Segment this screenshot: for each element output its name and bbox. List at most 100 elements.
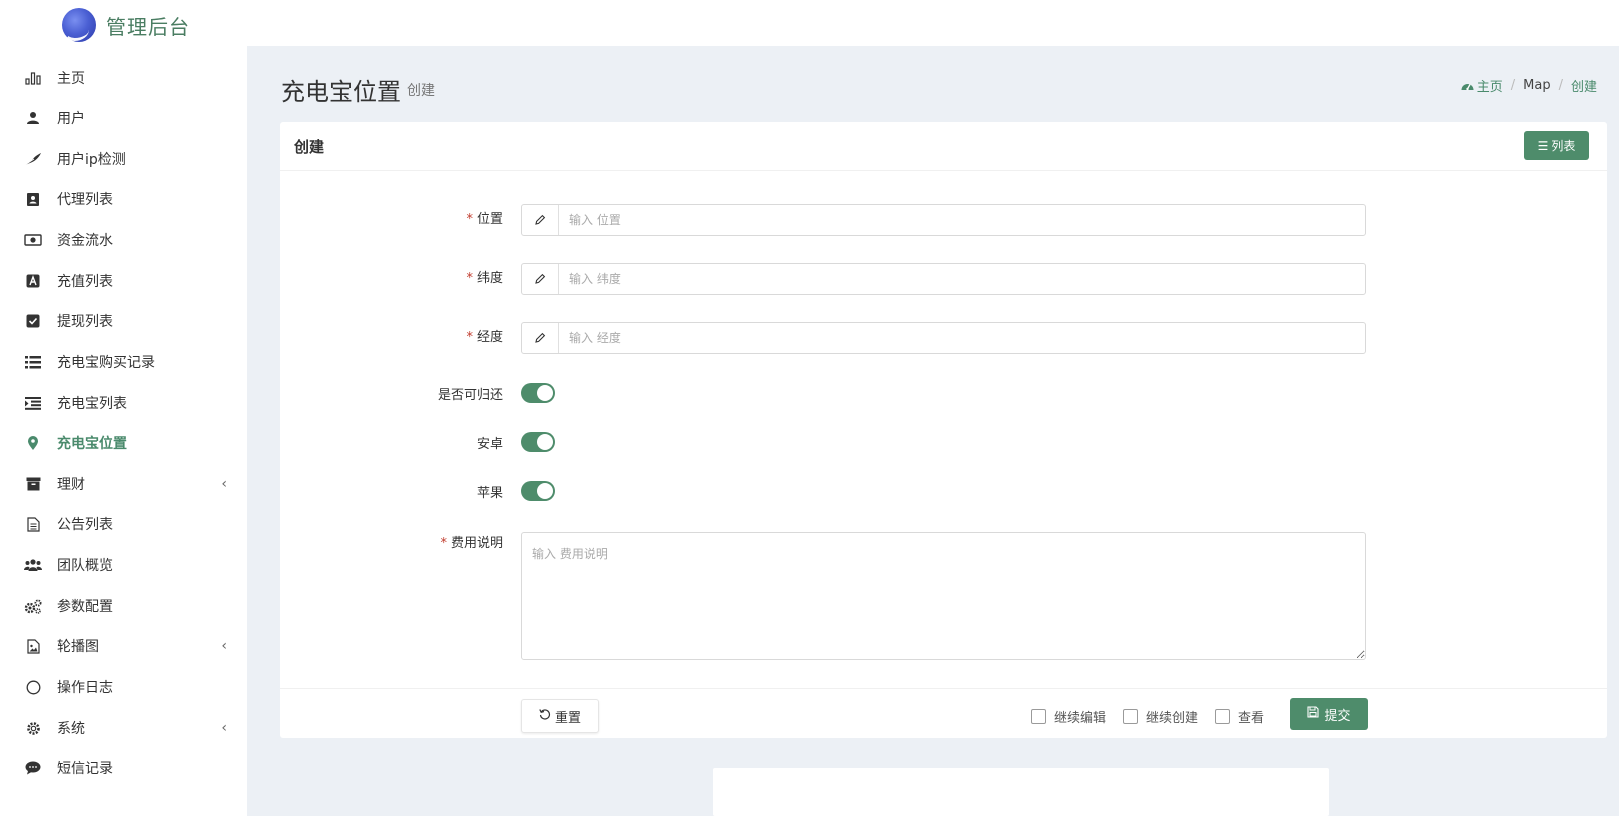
- location-input[interactable]: [559, 205, 1365, 235]
- sidebar-item-label: 资金流水: [57, 233, 113, 249]
- sidebar-item-label: 充电宝列表: [57, 396, 127, 412]
- apple-toggle[interactable]: [521, 481, 555, 501]
- gear-icon: [24, 719, 42, 737]
- sidebar-item-label: 参数配置: [57, 599, 113, 615]
- comment-icon: [24, 759, 42, 777]
- sidebar-item-carousel[interactable]: 轮播图 ‹: [0, 626, 247, 666]
- sidebar-item-powerbank-list[interactable]: 充电宝列表: [0, 383, 247, 423]
- bottom-panel: [713, 768, 1329, 816]
- sidebar-item-finance[interactable]: 理财 ‹: [0, 464, 247, 504]
- sidebar-item-label: 用户ip检测: [57, 152, 126, 168]
- submit-button[interactable]: 提交: [1290, 698, 1368, 730]
- list-button-label: 列表: [1551, 139, 1576, 153]
- breadcrumb-current: 创建: [1570, 80, 1597, 95]
- continue-edit-label: 继续编辑: [1054, 711, 1107, 726]
- sidebar-item-sms-records[interactable]: 短信记录: [0, 748, 247, 788]
- letter-a-icon: [24, 272, 42, 290]
- sidebar-item-announcements[interactable]: 公告列表: [0, 504, 247, 544]
- sidebar-item-label: 短信记录: [57, 761, 113, 777]
- brand-title[interactable]: 管理后台: [106, 11, 190, 40]
- sidebar-item-label: 操作日志: [57, 680, 113, 696]
- required-mark: *: [466, 330, 473, 345]
- address-book-icon: [24, 190, 42, 208]
- sidebar-item-label: 充电宝位置: [57, 436, 127, 452]
- sidebar-item-system[interactable]: 系统 ‹: [0, 708, 247, 748]
- sidebar-item-param-config[interactable]: 参数配置: [0, 586, 247, 626]
- latitude-input[interactable]: [559, 264, 1365, 294]
- users-icon: [24, 556, 42, 574]
- sidebar-item-team-overview[interactable]: 团队概览: [0, 545, 247, 585]
- top-bar: 管理后台: [0, 0, 1619, 47]
- breadcrumb-section[interactable]: Map: [1523, 78, 1550, 93]
- sidebar-item-withdraw-list[interactable]: 提现列表: [0, 301, 247, 341]
- breadcrumb-home-label: 主页: [1476, 80, 1503, 95]
- logo[interactable]: [62, 8, 96, 42]
- view-checkbox[interactable]: 查看: [1215, 707, 1264, 726]
- sidebar-item-powerbank-purchases[interactable]: 充电宝购买记录: [0, 342, 247, 382]
- dashboard-icon: [1461, 84, 1474, 91]
- sidebar-item-label: 用户: [57, 111, 85, 127]
- chevron-left-icon: ‹: [221, 476, 227, 492]
- pencil-icon: [522, 323, 559, 353]
- sidebar-item-home[interactable]: 主页: [0, 58, 247, 98]
- sidebar-item-label: 轮播图: [57, 639, 99, 655]
- file-text-icon: [24, 515, 42, 533]
- map-pin-icon: [24, 434, 42, 452]
- archive-icon: [24, 475, 42, 493]
- sidebar-item-agents[interactable]: 代理列表: [0, 179, 247, 219]
- longitude-label-text: 经度: [476, 330, 503, 345]
- returnable-toggle[interactable]: [521, 383, 555, 403]
- location-label-text: 位置: [476, 212, 503, 227]
- continue-create-checkbox[interactable]: 继续创建: [1123, 707, 1198, 726]
- fee-desc-label-text: 费用说明: [450, 536, 503, 551]
- continue-create-label: 继续创建: [1146, 711, 1199, 726]
- sidebar-item-fund-flow[interactable]: 资金流水: [0, 220, 247, 260]
- checkbox-box[interactable]: [1123, 709, 1138, 724]
- create-form-card: 创建 ☰ 列表 *位置 *纬度 *经度: [280, 122, 1607, 738]
- toggle-knob: [537, 483, 553, 499]
- checkbox-box[interactable]: [1215, 709, 1230, 724]
- android-label: 安卓: [476, 437, 503, 452]
- sidebar-item-powerbank-location[interactable]: 充电宝位置: [0, 423, 247, 463]
- breadcrumb-separator: /: [1510, 78, 1516, 93]
- indent-list-icon: [24, 394, 42, 412]
- feather-icon: [24, 150, 42, 168]
- image-file-icon: [24, 637, 42, 655]
- pencil-icon: [522, 264, 559, 294]
- longitude-input[interactable]: [559, 323, 1365, 353]
- sidebar-item-label: 主页: [57, 71, 85, 87]
- android-toggle[interactable]: [521, 432, 555, 452]
- list-icon: ☰: [1537, 138, 1549, 153]
- breadcrumb-home[interactable]: 主页: [1461, 76, 1503, 95]
- cogs-icon: [24, 597, 42, 615]
- pencil-icon: [522, 205, 559, 235]
- page-subtitle: 创建: [407, 83, 435, 99]
- bar-chart-icon: [24, 69, 42, 87]
- card-title: 创建: [294, 138, 325, 156]
- money-icon: [24, 231, 42, 249]
- reset-button-label: 重置: [554, 710, 581, 726]
- checkbox-box[interactable]: [1031, 709, 1046, 724]
- fee-desc-textarea[interactable]: [521, 532, 1366, 660]
- sidebar-item-label: 团队概览: [57, 558, 113, 574]
- list-button[interactable]: ☰ 列表: [1524, 131, 1589, 160]
- latitude-label-text: 纬度: [476, 271, 503, 286]
- chevron-left-icon: ‹: [221, 720, 227, 736]
- main-content: 充电宝位置 创建 主页 / Map / 创建 创建 ☰ 列表 * 位置 输入 位…: [247, 46, 1619, 816]
- sidebar-item-label: 充值列表: [57, 274, 113, 290]
- submit-button-label: 提交: [1324, 708, 1351, 724]
- reset-button[interactable]: 重置: [521, 699, 599, 733]
- apple-label: 苹果: [476, 486, 503, 501]
- sidebar-item-recharge-list[interactable]: 充值列表: [0, 261, 247, 301]
- sidebar-item-label: 理财: [57, 477, 85, 493]
- sidebar-item-label: 充电宝购买记录: [57, 355, 155, 371]
- sidebar-item-users[interactable]: 用户: [0, 98, 247, 138]
- required-mark: *: [466, 212, 473, 227]
- location-label: * 位置: [343, 208, 503, 227]
- sidebar-item-operation-log[interactable]: 操作日志: [0, 667, 247, 707]
- view-label: 查看: [1238, 711, 1265, 726]
- user-icon: [24, 109, 42, 127]
- undo-icon: [539, 708, 551, 724]
- continue-edit-checkbox[interactable]: 继续编辑: [1031, 707, 1106, 726]
- sidebar-item-user-ip-check[interactable]: 用户ip检测: [0, 139, 247, 179]
